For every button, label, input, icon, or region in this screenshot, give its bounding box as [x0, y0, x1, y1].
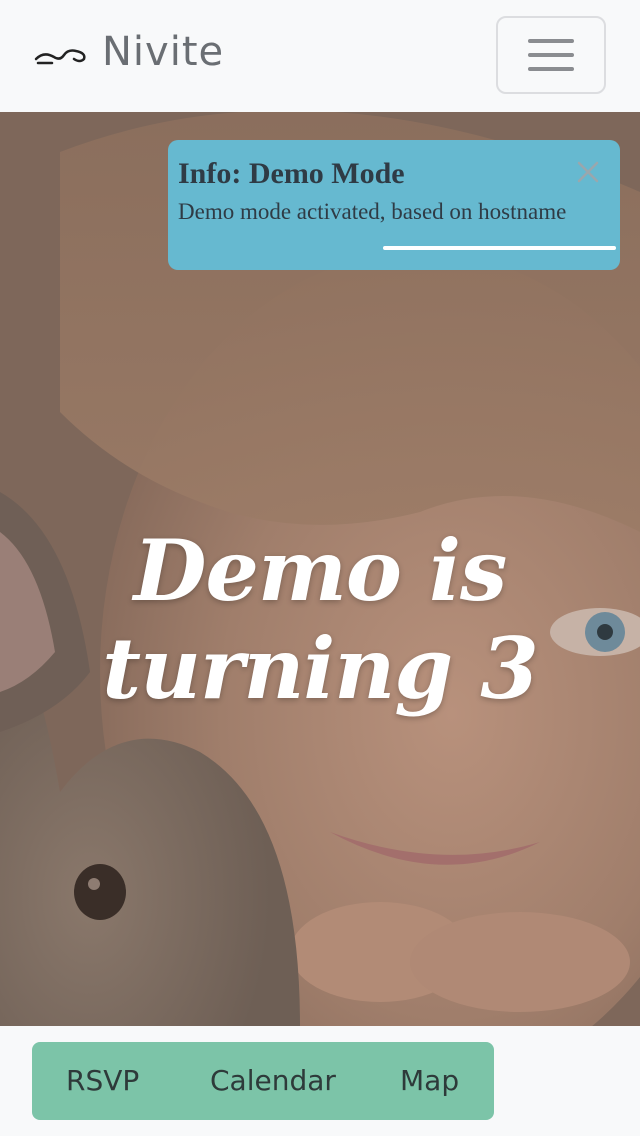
map-button[interactable]: Map: [400, 1064, 459, 1097]
brand-link[interactable]: Nivite: [34, 28, 224, 76]
brand-name: Nivite: [102, 29, 225, 75]
hero-title-line-2: turning 3: [102, 619, 539, 718]
calendar-button[interactable]: Calendar: [210, 1064, 336, 1097]
navbar: Nivite: [0, 0, 640, 112]
info-toast: Info: Demo Mode Demo mode activated, bas…: [168, 140, 620, 270]
toast-close-button[interactable]: [572, 156, 604, 188]
toast-message: Demo mode activated, based on hostname: [178, 199, 567, 224]
bottom-bar: RSVP Calendar Map: [0, 1026, 640, 1136]
menu-toggle-button[interactable]: [496, 16, 606, 94]
close-icon: [577, 161, 599, 183]
hero-title-line-1: Demo is: [133, 521, 508, 620]
hamburger-menu-icon: [528, 39, 574, 71]
action-button-group: RSVP Calendar Map: [32, 1042, 494, 1120]
rsvp-button[interactable]: RSVP: [66, 1064, 139, 1097]
toast-title: Info: Demo Mode: [178, 157, 405, 190]
swirl-logo-icon: [34, 49, 86, 65]
hero-title: Demo is turning 3: [0, 522, 640, 718]
toast-progress-bar: [383, 246, 616, 250]
